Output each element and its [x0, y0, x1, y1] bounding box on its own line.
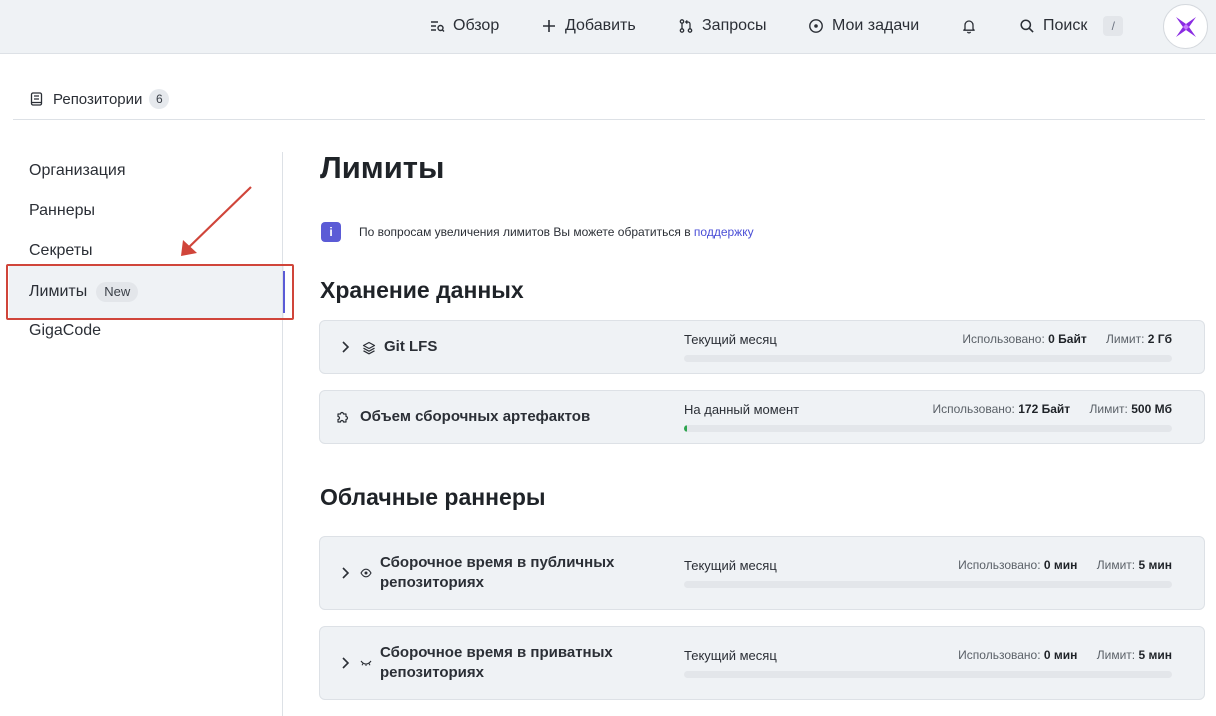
limit-card-git-lfs[interactable]: Git LFS Текущий месяц Использовано: 0 Ба…: [319, 320, 1205, 374]
chevron-right-icon[interactable]: [340, 656, 350, 670]
sidebar-item-organization[interactable]: Организация: [29, 160, 126, 182]
sidebar-item-secrets[interactable]: Секреты: [29, 240, 93, 262]
info-message: По вопросам увеличения лимитов Вы можете…: [359, 225, 754, 239]
usage-progress-bar: [684, 671, 1172, 678]
limit-card-public-build-time[interactable]: Сборочное время в публичных репозиториях…: [319, 536, 1205, 610]
card-usage: Использовано: 0 Байт Лимит: 2 Гб: [962, 332, 1172, 346]
chevron-right-icon[interactable]: [340, 340, 350, 354]
overview-icon: [431, 21, 445, 32]
search-shortcut-hint: /: [1103, 16, 1124, 36]
limit-value: 2 Гб: [1147, 332, 1172, 346]
card-period: На данный момент: [684, 402, 800, 417]
sidebar-item-label: Раннеры: [29, 202, 96, 219]
search-icon: [1020, 19, 1034, 33]
used-label: Использовано:: [932, 402, 1015, 416]
layers-icon: [362, 341, 376, 355]
card-title-line1: Сборочное время в публичных: [380, 554, 615, 571]
divider: [13, 119, 1205, 120]
eye-icon: [360, 568, 372, 578]
arrow-annotation: [181, 186, 252, 256]
nav-overview-label: Обзор: [453, 17, 500, 34]
card-title: Git LFS: [384, 338, 438, 355]
card-usage: Использовано: 172 Байт Лимит: 500 Мб: [933, 402, 1172, 416]
limit-label: Лимит:: [1096, 558, 1136, 572]
info-icon: i: [321, 222, 341, 242]
limit-card-private-build-time[interactable]: Сборочное время в приватных репозиториях…: [319, 626, 1205, 700]
sidebar-item-runners[interactable]: Раннеры: [29, 200, 95, 222]
info-message-text: По вопросам увеличения лимитов Вы можете…: [359, 225, 691, 239]
sidebar-item-label: Организация: [29, 162, 126, 179]
bell-icon: [963, 20, 975, 34]
nav-add[interactable]: Добавить: [541, 0, 636, 52]
card-period: Текущий месяц: [684, 332, 777, 347]
sidebar-item-label: Лимиты: [29, 283, 88, 300]
top-navbar: Обзор Добавить Запросы Мои задачи Поиск …: [0, 0, 1216, 54]
nav-requests[interactable]: Запросы: [678, 0, 767, 52]
sidebar-item-label: Секреты: [29, 242, 93, 259]
usage-progress-bar: [684, 581, 1172, 588]
search-label: Поиск: [1043, 17, 1088, 34]
tasks-icon: [809, 19, 823, 33]
used-label: Использовано:: [962, 332, 1045, 346]
logo-icon: [1175, 16, 1196, 37]
used-value: 0 мин: [1043, 558, 1078, 572]
nav-add-label: Добавить: [565, 17, 636, 34]
card-usage: Использовано: 0 мин Лимит: 5 мин: [958, 648, 1172, 662]
usage-progress-bar: [684, 355, 1172, 362]
card-title-line2: репозиториях: [380, 574, 484, 591]
eye-closed-icon: [360, 660, 372, 666]
card-title: Сборочное время в публичных репозиториях: [380, 553, 614, 593]
plus-icon: [543, 20, 555, 32]
puzzle-icon: [337, 411, 349, 423]
tab-repositories[interactable]: Репозитории 6: [30, 88, 170, 110]
tab-repositories-label: Репозитории: [53, 90, 143, 108]
nav-requests-label: Запросы: [702, 17, 767, 34]
usage-progress-bar: [684, 425, 1172, 432]
section-title-cloud-runners: Облачные раннеры: [320, 484, 546, 510]
nav-my-tasks[interactable]: Мои задачи: [808, 0, 919, 52]
card-usage: Использовано: 0 мин Лимит: 5 мин: [958, 558, 1172, 572]
support-link[interactable]: поддержку: [694, 225, 754, 239]
user-avatar[interactable]: [1163, 4, 1208, 49]
card-title-line1: Сборочное время в приватных: [380, 644, 613, 661]
card-period: Текущий месяц: [684, 558, 777, 573]
limit-card-artifacts: Объем сборочных артефактов На данный мом…: [319, 390, 1205, 444]
new-badge: New: [96, 282, 139, 302]
nav-my-tasks-label: Мои задачи: [832, 17, 920, 34]
limit-label: Лимит:: [1106, 332, 1145, 346]
section-title-storage: Хранение данных: [320, 277, 524, 303]
repo-icon: [30, 92, 43, 106]
page-title: Лимиты: [320, 150, 445, 185]
repositories-count-badge: 6: [149, 89, 170, 109]
card-title: Объем сборочных артефактов: [360, 408, 591, 425]
card-title-line2: репозиториях: [380, 664, 484, 681]
limit-value: 5 мин: [1138, 558, 1172, 572]
search-button[interactable]: Поиск /: [1019, 0, 1124, 52]
pull-request-icon: [679, 19, 693, 33]
limit-label: Лимит:: [1096, 648, 1136, 662]
card-period: Текущий месяц: [684, 648, 777, 663]
usage-progress-fill: [684, 425, 687, 432]
sidebar-item-gigacode[interactable]: GigaCode: [29, 320, 101, 342]
notifications-button[interactable]: [961, 0, 985, 52]
card-title: Сборочное время в приватных репозиториях: [380, 643, 613, 683]
limit-value: 500 Мб: [1131, 402, 1172, 416]
sidebar-item-limits[interactable]: Лимиты New: [29, 281, 139, 303]
sidebar-active-indicator: [283, 271, 285, 313]
used-value: 172 Байт: [1018, 402, 1071, 416]
nav-overview[interactable]: Обзор: [429, 0, 499, 52]
chevron-right-icon[interactable]: [340, 566, 350, 580]
sidebar-item-label: GigaCode: [29, 322, 102, 339]
used-label: Использовано:: [958, 558, 1041, 572]
used-label: Использовано:: [958, 648, 1041, 662]
limit-value: 5 мин: [1138, 648, 1172, 662]
used-value: 0 Байт: [1048, 332, 1087, 346]
sidebar-divider: [282, 152, 283, 716]
used-value: 0 мин: [1043, 648, 1078, 662]
limit-label: Лимит:: [1089, 402, 1128, 416]
